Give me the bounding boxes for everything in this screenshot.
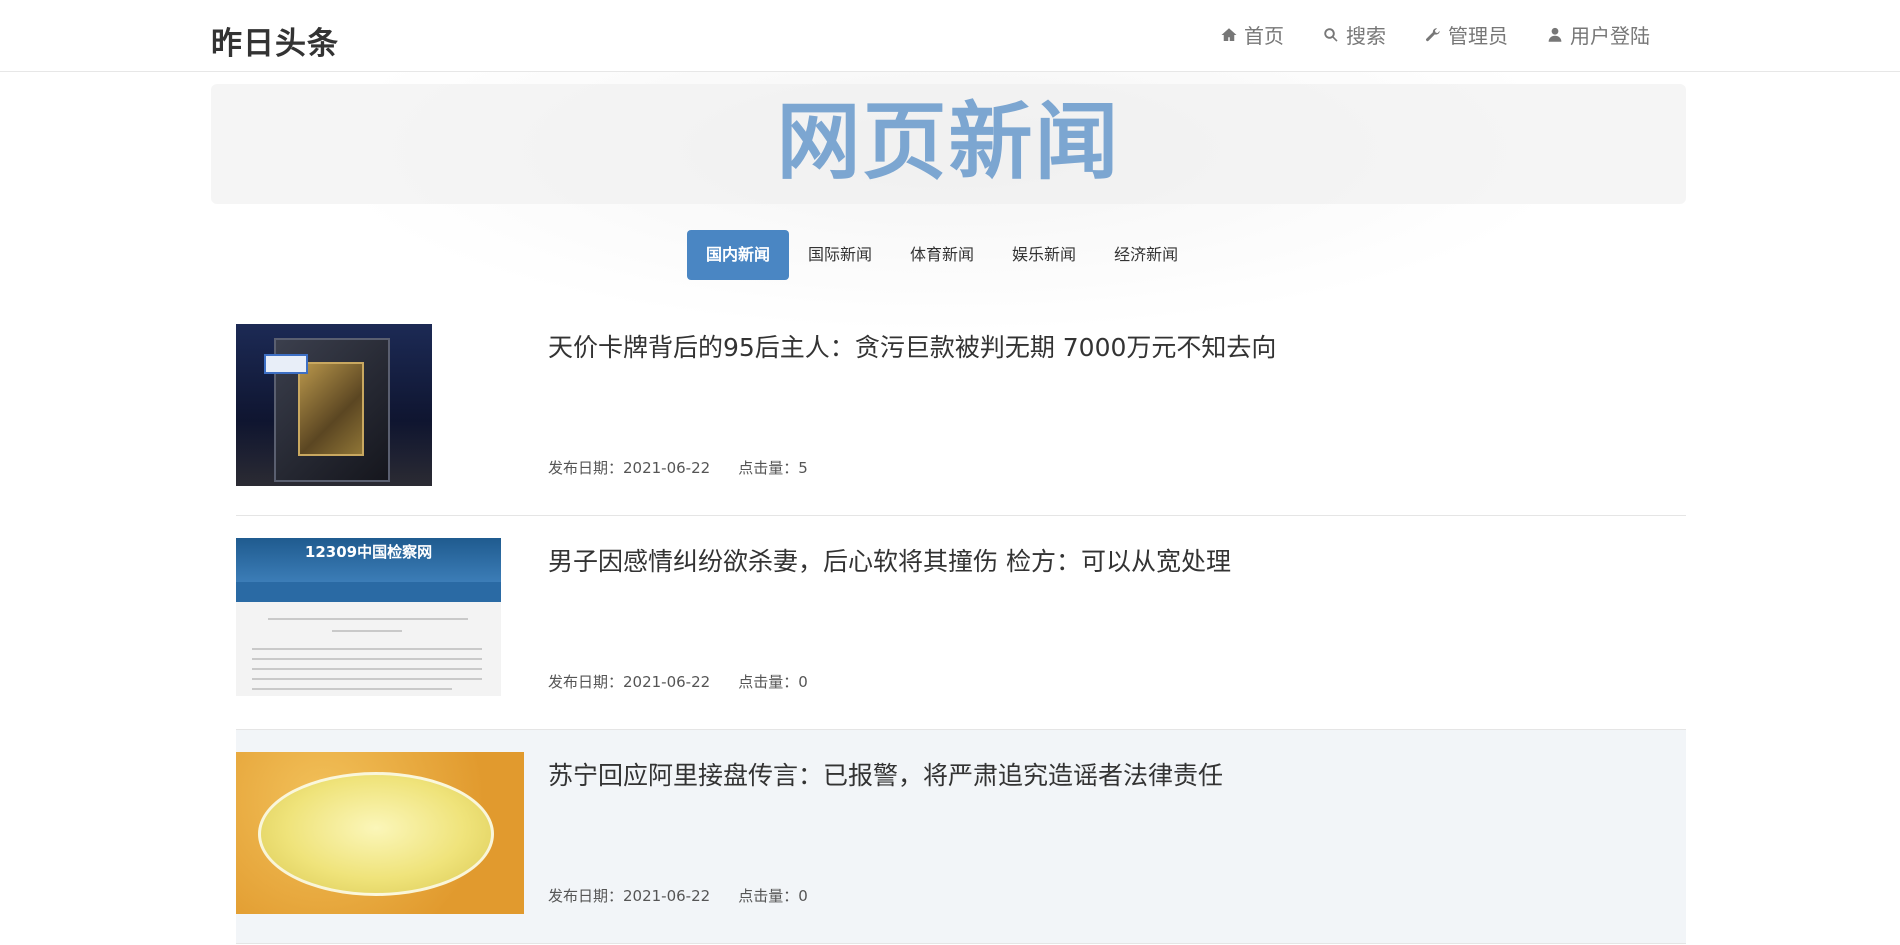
thumb-tag-shape xyxy=(264,354,308,374)
news-item[interactable]: 天价卡牌背后的95后主人：贪污巨款被判无期 7000万元不知去向 发布日期：20… xyxy=(236,302,1686,516)
news-item[interactable]: 12309中国检察网 男子因感情纠纷欲杀妻，后心软将其撞伤 检方：可以从宽处理 … xyxy=(236,516,1686,730)
thumb-doc-line xyxy=(252,688,452,690)
nav-search[interactable]: 搜索 xyxy=(1322,20,1386,49)
thumb-doc-line xyxy=(332,630,402,632)
nav-search-label: 搜索 xyxy=(1346,24,1386,48)
news-meta: 发布日期：2021-06-22 点击量：0 xyxy=(548,671,808,692)
thumb-doc-header: 12309中国检察网 xyxy=(236,538,501,582)
news-clicks: 点击量：5 xyxy=(738,459,808,477)
news-meta: 发布日期：2021-06-22 点击量：0 xyxy=(548,885,808,906)
page-title: 网页新闻 xyxy=(776,93,1121,191)
news-title[interactable]: 天价卡牌背后的95后主人：贪污巨款被判无期 7000万元不知去向 xyxy=(548,328,1276,364)
thumb-doc-line xyxy=(252,648,482,650)
news-meta: 发布日期：2021-06-22 点击量：5 xyxy=(548,457,808,478)
search-icon xyxy=(1324,27,1338,42)
thumb-doc-line xyxy=(268,618,468,620)
tab-domestic-news[interactable]: 国内新闻 xyxy=(687,230,790,280)
news-thumbnail-document[interactable]: 12309中国检察网 xyxy=(236,538,501,696)
news-title[interactable]: 苏宁回应阿里接盘传言：已报警，将严肃追究造谣者法律责任 xyxy=(548,756,1223,792)
news-list: 天价卡牌背后的95后主人：贪污巨款被判无期 7000万元不知去向 发布日期：20… xyxy=(236,302,1686,944)
news-clicks: 点击量：0 xyxy=(738,887,808,905)
thumb-doc-line xyxy=(252,658,482,660)
thumb-doc-line xyxy=(252,668,482,670)
news-item[interactable]: 苏宁回应阿里接盘传言：已报警，将严肃追究造谣者法律责任 发布日期：2021-06… xyxy=(236,730,1686,944)
tab-international-news[interactable]: 国际新闻 xyxy=(789,230,891,280)
thumb-card-shape xyxy=(298,362,364,456)
category-tabs: 国内新闻 国际新闻 体育新闻 娱乐新闻 经济新闻 xyxy=(687,230,1197,280)
jumbotron: 网页新闻 xyxy=(211,84,1686,204)
nav-home-label: 首页 xyxy=(1244,24,1284,48)
thumb-oil-bowl xyxy=(258,772,494,896)
tab-entertainment-news[interactable]: 娱乐新闻 xyxy=(993,230,1095,280)
tab-sports-news[interactable]: 体育新闻 xyxy=(891,230,993,280)
user-icon xyxy=(1548,27,1562,42)
news-thumbnail-card[interactable] xyxy=(236,324,432,486)
news-clicks: 点击量：0 xyxy=(738,673,808,691)
thumb-doc-navbar xyxy=(236,582,501,602)
nav-admin[interactable]: 管理员 xyxy=(1424,20,1508,49)
wrench-icon xyxy=(1426,27,1440,41)
nav-menu: 首页 搜索 管理员 用户登陆 xyxy=(1220,20,1650,49)
home-icon xyxy=(1221,27,1237,41)
navbar: 昨日头条 首页 搜索 管理员 用户登陆 xyxy=(0,0,1900,72)
news-title[interactable]: 男子因感情纠纷欲杀妻，后心软将其撞伤 检方：可以从宽处理 xyxy=(548,542,1231,578)
nav-login[interactable]: 用户登陆 xyxy=(1546,20,1650,49)
news-date: 发布日期：2021-06-22 xyxy=(548,459,711,477)
thumb-doc-line xyxy=(252,678,482,680)
news-date: 发布日期：2021-06-22 xyxy=(548,887,711,905)
brand-logo[interactable]: 昨日头条 xyxy=(211,18,339,63)
news-date: 发布日期：2021-06-22 xyxy=(548,673,711,691)
nav-login-label: 用户登陆 xyxy=(1570,24,1650,48)
nav-admin-label: 管理员 xyxy=(1448,24,1508,48)
news-thumbnail-oil[interactable] xyxy=(236,752,524,914)
nav-home[interactable]: 首页 xyxy=(1220,20,1284,49)
tab-economy-news[interactable]: 经济新闻 xyxy=(1095,230,1197,280)
